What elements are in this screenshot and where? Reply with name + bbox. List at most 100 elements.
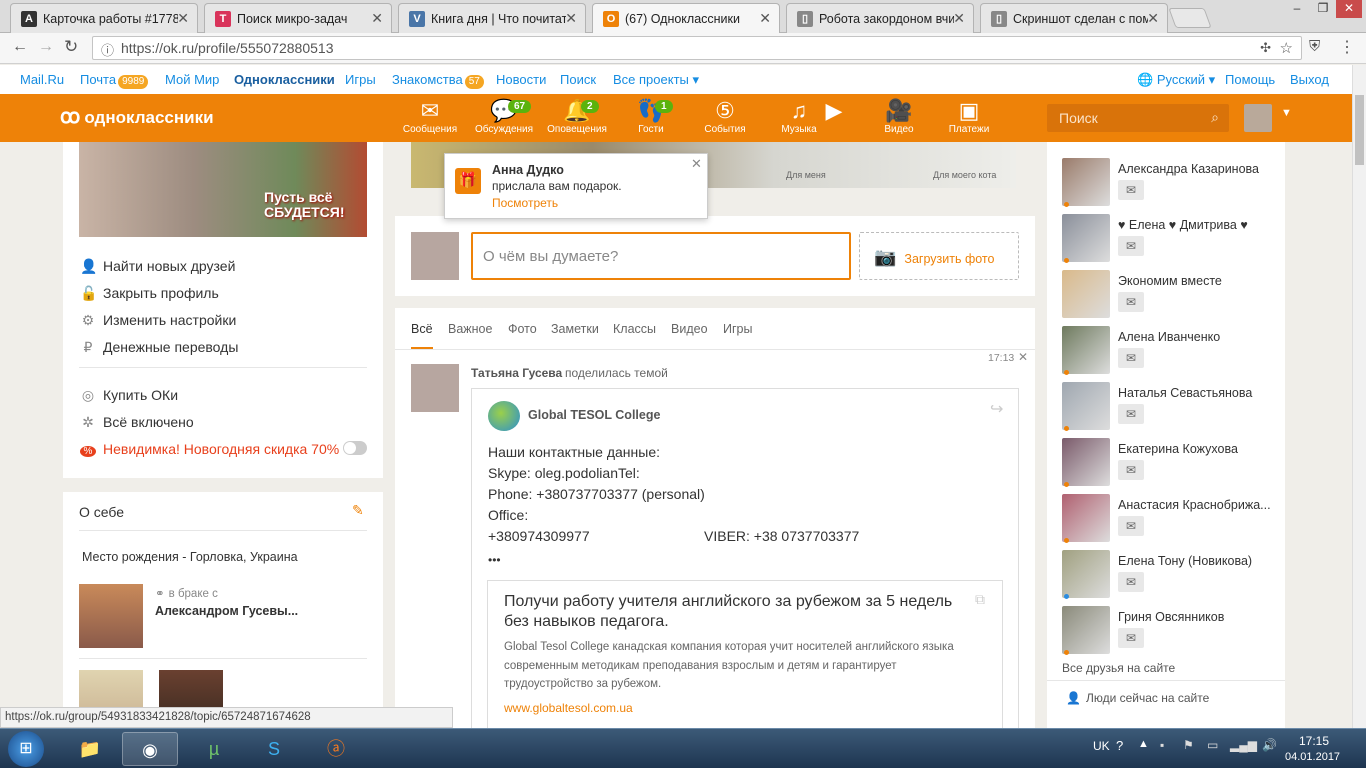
- ok-nav-item[interactable]: ▶: [812, 98, 856, 124]
- message-icon[interactable]: ✉: [1118, 292, 1144, 312]
- help-link[interactable]: Помощь: [1225, 72, 1275, 87]
- group-name[interactable]: Global TESOL College: [528, 408, 660, 422]
- clock-time[interactable]: 17:15: [1299, 734, 1329, 748]
- close-icon[interactable]: ✕: [1018, 350, 1028, 364]
- start-button[interactable]: ⊞: [8, 731, 44, 767]
- friend-item[interactable]: Наталья Севастьянова ✉: [1062, 382, 1282, 438]
- post-author[interactable]: Татьяна Гусева: [471, 366, 562, 380]
- back-arrow-icon[interactable]: ←: [12, 38, 28, 56]
- ok-nav-item[interactable]: 🎥 Видео: [868, 98, 930, 135]
- friend-name[interactable]: Екатерина Кожухова: [1118, 442, 1278, 456]
- page-scrollbar[interactable]: [1352, 65, 1366, 728]
- profile-menu-item[interactable]: 🔓 Закрыть профиль: [80, 285, 219, 302]
- friend-item[interactable]: Гриня Овсянников ✉: [1062, 606, 1282, 662]
- feed-tab[interactable]: Всё: [411, 322, 433, 336]
- share-arrow-icon[interactable]: ↪: [990, 399, 1003, 419]
- spouse-name[interactable]: Александром Гусевы...: [155, 604, 298, 618]
- mailru-link[interactable]: Новости: [496, 72, 546, 87]
- friend-name[interactable]: Елена Тону (Новикова): [1118, 554, 1278, 568]
- mailru-link[interactable]: Игры: [345, 72, 376, 87]
- link-url[interactable]: www.globaltesol.com.ua: [504, 701, 633, 715]
- friend-avatar[interactable]: [1062, 158, 1110, 206]
- blocked-plugin-icon[interactable]: ✣: [1260, 40, 1271, 56]
- forward-arrow-icon[interactable]: →: [38, 38, 54, 56]
- minimize-button[interactable]: –: [1284, 0, 1310, 18]
- logout-link[interactable]: Выход: [1290, 72, 1329, 87]
- utorrent-icon[interactable]: µ: [186, 732, 242, 766]
- scrollbar-thumb[interactable]: [1355, 95, 1364, 165]
- bookmark-star-icon[interactable]: ☆: [1280, 39, 1293, 57]
- ok-nav-item[interactable]: ▣ Платежи: [938, 98, 1000, 135]
- close-icon[interactable]: ✕: [371, 10, 383, 27]
- reload-icon[interactable]: ↻: [64, 37, 78, 57]
- message-icon[interactable]: ✉: [1118, 460, 1144, 480]
- profile-menu-item[interactable]: ◎ Купить ОКи: [80, 387, 178, 404]
- clock-date[interactable]: 04.01.2017: [1285, 751, 1340, 763]
- tray-expand-icon[interactable]: ▲: [1138, 738, 1149, 750]
- file-explorer-icon[interactable]: 📁: [62, 732, 118, 766]
- keyboard-language[interactable]: UK: [1093, 739, 1110, 753]
- profile-menu-item[interactable]: ₽ Денежные переводы: [80, 339, 239, 356]
- friend-item[interactable]: Анастасия Краснобрижа... ✉: [1062, 494, 1282, 550]
- menu-icon[interactable]: ⋮: [1339, 37, 1355, 57]
- close-icon[interactable]: ✕: [953, 10, 965, 27]
- close-icon[interactable]: ✕: [565, 10, 577, 27]
- link-title[interactable]: Получи работу учителя английского за руб…: [504, 592, 964, 632]
- ok-logo[interactable]: ꝏ одноклассники: [60, 104, 214, 129]
- profile-menu-item[interactable]: ⚙ Изменить настройки: [80, 312, 237, 329]
- friend-item[interactable]: Александра Казаринова ✉: [1062, 158, 1282, 214]
- link-preview[interactable]: Получи работу учителя английского за руб…: [487, 580, 1003, 728]
- friend-name[interactable]: ♥ Елена ♥ Дмитрива ♥: [1118, 218, 1278, 232]
- chevron-down-icon[interactable]: ▼: [1281, 107, 1292, 119]
- mailru-link[interactable]: Знакомства 57: [392, 72, 484, 89]
- signal-icon[interactable]: ▂▄▆: [1230, 738, 1257, 752]
- friend-avatar[interactable]: [1062, 438, 1110, 486]
- extension-icon[interactable]: ⛨: [1309, 38, 1320, 55]
- close-window-button[interactable]: ✕: [1336, 0, 1362, 18]
- mailru-link[interactable]: Одноклассники: [234, 72, 335, 87]
- friend-avatar[interactable]: [1062, 214, 1110, 262]
- notification-link[interactable]: Посмотреть: [492, 196, 558, 210]
- friend-name[interactable]: Анастасия Краснобрижа...: [1118, 498, 1278, 512]
- close-icon[interactable]: ✕: [1147, 10, 1159, 27]
- friend-avatar[interactable]: [1062, 550, 1110, 598]
- spouse-photo[interactable]: [79, 584, 143, 648]
- mailru-link[interactable]: Все проекты ▾: [613, 72, 699, 88]
- browser-tab[interactable]: V Книга дня | Что почитать ✕: [398, 3, 586, 33]
- message-icon[interactable]: ✉: [1118, 180, 1144, 200]
- friend-name[interactable]: Алена Иванченко: [1118, 330, 1278, 344]
- url-input[interactable]: ⓘ https://ok.ru/profile/555072880513 ✣ ☆: [92, 36, 1302, 60]
- tray-app-icon[interactable]: ▪: [1160, 738, 1164, 752]
- friend-item[interactable]: Екатерина Кожухова ✉: [1062, 438, 1282, 494]
- ok-nav-item[interactable]: ✉ Сообщения: [399, 98, 461, 135]
- feed-tab[interactable]: Важное: [448, 322, 492, 336]
- friend-avatar[interactable]: [1062, 494, 1110, 542]
- all-friends-link[interactable]: Все друзья на сайте: [1062, 661, 1175, 675]
- friend-item[interactable]: Экономим вместе ✉: [1062, 270, 1282, 326]
- profile-photo[interactable]: Пусть всё СБУДЕТСЯ!: [79, 142, 367, 237]
- profile-menu-item[interactable]: 👤 Найти новых друзей: [80, 258, 235, 275]
- browser-tab[interactable]: A Карточка работы #1778 ✕: [10, 3, 198, 33]
- post-input[interactable]: О чём вы думаете?: [471, 232, 851, 280]
- friend-avatar[interactable]: [1062, 326, 1110, 374]
- skype-icon[interactable]: S: [246, 732, 302, 766]
- profile-menu-item[interactable]: ✲ Всё включено: [80, 414, 194, 431]
- feed-tab[interactable]: Видео: [671, 322, 708, 336]
- profile-menu-item[interactable]: % Невидимка! Новогодняя скидка 70%: [80, 441, 339, 457]
- notification-popup[interactable]: 🎁 Анна Дудко прислала вам подарок. Посмо…: [444, 153, 708, 219]
- friend-item[interactable]: ♥ Елена ♥ Дмитрива ♥ ✉: [1062, 214, 1282, 270]
- browser-tab[interactable]: T Поиск микро-задач ✕: [204, 3, 392, 33]
- friend-item[interactable]: Елена Тону (Новикова) ✉: [1062, 550, 1282, 606]
- mailru-link[interactable]: Поиск: [560, 72, 596, 87]
- browser-tab[interactable]: ▯ Скриншот сделан с пом ✕: [980, 3, 1168, 33]
- browser-tab[interactable]: O (67) Одноклассники ✕: [592, 3, 780, 34]
- message-icon[interactable]: ✉: [1118, 628, 1144, 648]
- user-avatar[interactable]: [1244, 104, 1272, 132]
- message-icon[interactable]: ✉: [1118, 404, 1144, 424]
- friend-avatar[interactable]: [1062, 270, 1110, 318]
- browser-tab[interactable]: ▯ Робота закордоном вчит ✕: [786, 3, 974, 33]
- post-more[interactable]: •••: [488, 553, 501, 567]
- feed-tab[interactable]: Фото: [508, 322, 537, 336]
- invisible-toggle[interactable]: [343, 441, 367, 455]
- language-selector[interactable]: 🌐 Русский ▾: [1137, 72, 1215, 88]
